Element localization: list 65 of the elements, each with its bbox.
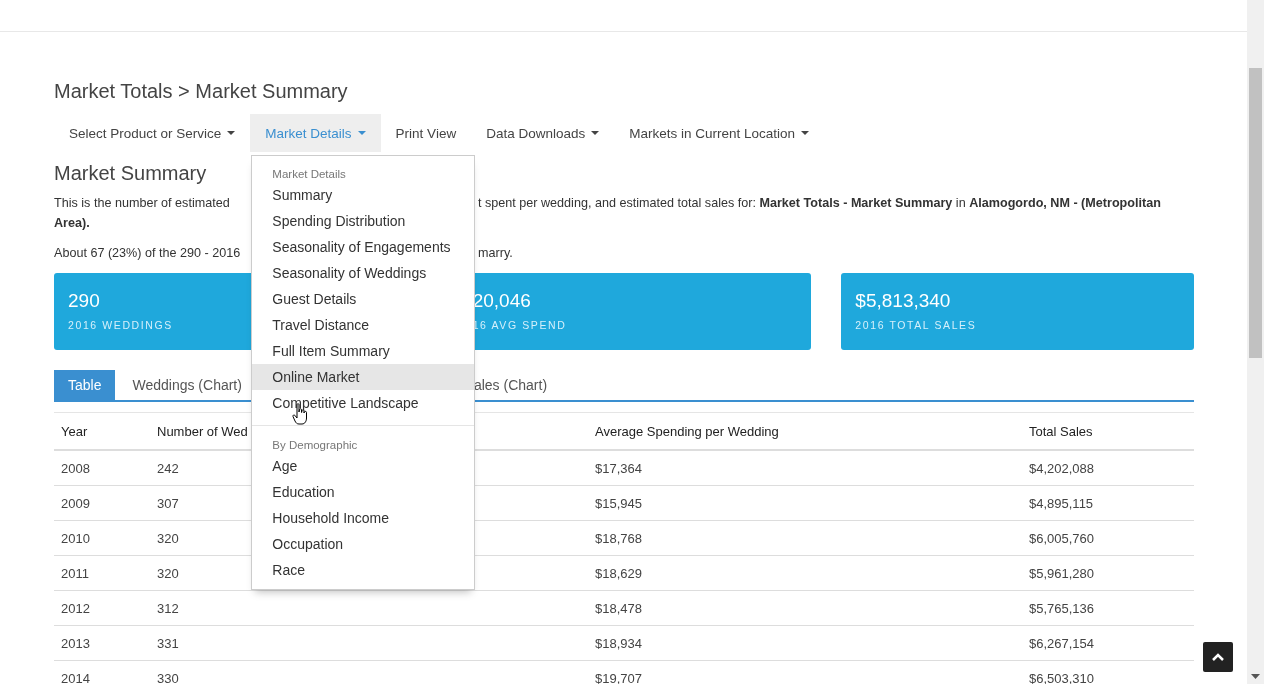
table-cell: $4,202,088 — [1022, 450, 1194, 486]
table-cell: $5,961,280 — [1022, 555, 1194, 591]
table-cell: 331 — [150, 625, 588, 661]
table-cell: 2011 — [54, 555, 150, 591]
table-cell: 312 — [150, 590, 588, 626]
table-cell: $18,478 — [588, 590, 1022, 626]
scrollbar[interactable] — [1247, 0, 1264, 684]
menu-item[interactable]: Spending Distribution — [252, 208, 475, 234]
scrollbar-thumb[interactable] — [1249, 68, 1262, 358]
table-cell: $15,945 — [588, 485, 1022, 521]
column-header: Year — [54, 412, 150, 450]
table-cell: 2009 — [54, 485, 150, 521]
nav-item[interactable]: Print View — [380, 114, 472, 152]
column-header: Total Sales — [1022, 412, 1194, 450]
table-cell: $4,895,115 — [1022, 485, 1194, 521]
tab[interactable]: ales (Chart) — [473, 370, 562, 400]
table-cell: $5,765,136 — [1022, 590, 1194, 626]
note-text: marry. — [478, 245, 513, 262]
description-text: This is the number of estimated — [54, 195, 230, 212]
menu-header: By Demographic — [271, 438, 359, 453]
menu-header: Market Details — [271, 167, 347, 182]
section-title: Market Summary — [54, 161, 207, 186]
menu-item[interactable]: Online Market — [252, 364, 475, 390]
menu-item[interactable]: Seasonality of Engagements — [252, 234, 475, 260]
back-to-top-button[interactable] — [1203, 642, 1233, 672]
table-cell: $18,934 — [588, 625, 1022, 661]
table-cell: $18,629 — [588, 555, 1022, 591]
stat-value: 290 — [68, 290, 100, 312]
table-cell: 2008 — [54, 450, 150, 486]
stat-label: 2016 WEDDINGS — [68, 319, 173, 331]
note-text: About 67 (23%) of the 290 - 2016 — [54, 245, 241, 262]
nav-item[interactable]: Markets in Current Location — [614, 114, 825, 152]
scroll-down-arrow-icon[interactable] — [1251, 674, 1260, 679]
menu-item[interactable]: Household Income — [252, 505, 475, 531]
menu-item[interactable]: Competitive Landscape — [252, 390, 475, 416]
menu-item[interactable]: Age — [252, 453, 475, 479]
description-text: Area). — [54, 215, 90, 232]
page-title: Market Totals > Market Summary — [54, 79, 349, 104]
menu-item[interactable]: Education — [252, 479, 475, 505]
menu-item[interactable]: Summary — [252, 182, 475, 208]
menu-item[interactable]: Seasonality of Weddings — [252, 260, 475, 286]
stat-value: $5,813,340 — [855, 290, 951, 312]
table-cell: 330 — [150, 660, 588, 684]
table-cell: $18,768 — [588, 520, 1022, 556]
menu-item[interactable]: Occupation — [252, 531, 475, 557]
nav-item[interactable]: Select Product or Service — [54, 114, 251, 152]
table-cell: $6,503,310 — [1022, 660, 1194, 684]
table-cell: $6,267,154 — [1022, 625, 1194, 661]
stat-label: 2016 TOTAL SALES — [855, 319, 977, 331]
description-text: t spent per wedding, and estimated total sales for: Market Totals - Market Summary in Alamogordo, NM - (Metropolitan — [478, 195, 1161, 212]
table-cell: 2014 — [54, 660, 150, 684]
table-cell: 2013 — [54, 625, 150, 661]
table-cell: $17,364 — [588, 450, 1022, 486]
stat-value: 20,046 — [472, 290, 531, 312]
chevron-up-icon — [1211, 652, 1225, 662]
menu-item[interactable]: Race — [252, 557, 475, 583]
table-cell: $19,707 — [588, 660, 1022, 684]
menu-item[interactable]: Full Item Summary — [252, 338, 475, 364]
menu-item[interactable]: Guest Details — [252, 286, 475, 312]
table-cell: 2012 — [54, 590, 150, 626]
menu-item[interactable]: Travel Distance — [252, 312, 475, 338]
table-cell: 2010 — [54, 520, 150, 556]
nav-item[interactable]: Data Downloads — [471, 114, 615, 152]
column-header: Average Spending per Wedding — [588, 412, 1022, 450]
table-cell: $6,005,760 — [1022, 520, 1194, 556]
